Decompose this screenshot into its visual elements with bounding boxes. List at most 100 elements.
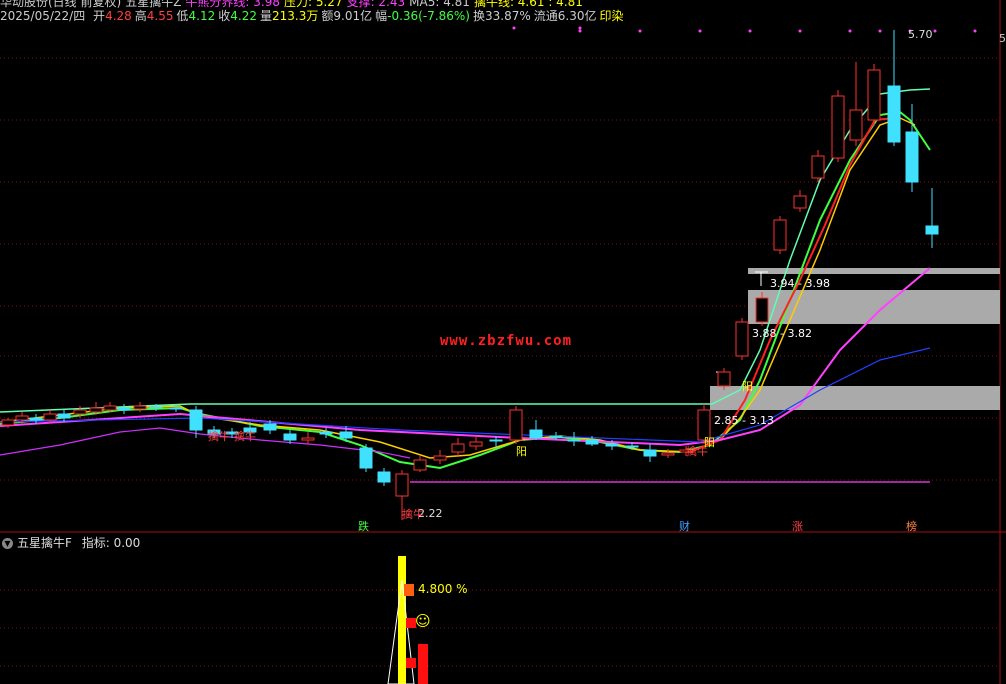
- yang-mark: 阳: [516, 445, 527, 458]
- candle-body: [29, 417, 43, 421]
- candle-body: [661, 452, 675, 456]
- candle-body: [549, 435, 563, 438]
- candle-body: [567, 439, 581, 442]
- candle: [377, 468, 391, 486]
- candle-body: [117, 407, 131, 411]
- ma-line: [0, 88, 931, 413]
- candle-body: [339, 431, 353, 439]
- candle-body: [103, 405, 117, 411]
- candle-body: [585, 439, 599, 445]
- signal-dot: [512, 26, 516, 30]
- candle: [529, 420, 543, 440]
- candle: [413, 456, 427, 472]
- candle: [359, 444, 373, 472]
- signal-dot: [748, 29, 752, 33]
- candle-body: [433, 455, 447, 461]
- candle-body: [413, 459, 427, 471]
- collapse-icon[interactable]: ▼: [2, 538, 13, 549]
- candle-body: [133, 405, 147, 410]
- candle: [831, 90, 845, 162]
- candle: [887, 30, 901, 146]
- high-price-label: 5.70: [908, 28, 933, 41]
- mark-zhang: 涨: [792, 520, 803, 533]
- candle: [735, 318, 749, 360]
- candle: [103, 402, 117, 412]
- candle-body: [887, 85, 901, 143]
- candle-body: [735, 321, 749, 357]
- candle: [643, 444, 657, 462]
- candle: [433, 450, 447, 464]
- signal-dot: [973, 29, 977, 33]
- candle-body: [169, 407, 183, 410]
- candle-body: [319, 431, 333, 435]
- candle-body: [1, 419, 15, 426]
- candle-body: [509, 409, 523, 441]
- mark-bang: 榜: [906, 520, 917, 533]
- candlesticks: [1, 30, 939, 520]
- candle-body: [301, 437, 315, 441]
- signal-dot: [933, 29, 937, 33]
- qinniu-mark: 擒牛: [402, 508, 424, 521]
- candle: [469, 436, 483, 450]
- candle-body: [89, 407, 103, 413]
- candle: [451, 438, 465, 456]
- candle-body: [755, 297, 769, 323]
- mark-cai: 财: [679, 520, 690, 533]
- yang-mark: 阳: [742, 380, 753, 393]
- candle-body: [359, 447, 373, 469]
- candle: [925, 188, 939, 248]
- signal-dot: [848, 29, 852, 33]
- candle-body: [263, 423, 277, 431]
- sub-indicator-value: 指标: 0.00: [81, 536, 141, 550]
- sub-indicator-title: 五星擒牛F: [17, 536, 72, 550]
- candle-body: [625, 445, 639, 448]
- zone-label-3: 2.85 - 3.13: [714, 414, 774, 427]
- sub-mark: [404, 584, 414, 596]
- candle-body: [643, 449, 657, 457]
- qinniu-mark: 擒牛: [234, 430, 256, 443]
- yang-mark: 阳: [704, 436, 715, 449]
- candle: [867, 64, 881, 126]
- candle-body: [377, 471, 391, 483]
- qinniu-mark: 擒牛: [208, 430, 230, 443]
- candle-body: [529, 429, 543, 439]
- candle: [773, 216, 787, 254]
- candle-body: [469, 441, 483, 447]
- candle-body: [489, 439, 503, 442]
- candle-body: [717, 371, 731, 387]
- sub-pct-label: 4.800 %: [418, 582, 468, 596]
- signal-dot: [798, 29, 802, 33]
- candle: [849, 62, 863, 146]
- zone-label-1: 3.94 - 3.98: [770, 277, 830, 290]
- candle-body: [395, 473, 409, 497]
- candle-body: [605, 443, 619, 447]
- candle-body: [43, 413, 57, 421]
- candle-body: [831, 95, 845, 159]
- candle-body: [15, 415, 29, 421]
- right-axis-edge: 5: [999, 32, 1006, 45]
- sub-mark: [406, 658, 416, 668]
- candle-body: [773, 219, 787, 251]
- smiley-icon: ☺: [415, 612, 431, 630]
- candle: [301, 432, 315, 444]
- candle-body: [811, 155, 825, 179]
- candle: [319, 428, 333, 438]
- signal-dot: [638, 29, 642, 33]
- signal-dot: [698, 29, 702, 33]
- candle-body: [905, 131, 919, 183]
- candle-body: [925, 225, 939, 235]
- zone-label-2: 3.88 - 3.82: [752, 327, 812, 340]
- candle: [117, 404, 131, 414]
- mark-die: 跌: [358, 520, 369, 533]
- candle-body: [867, 69, 881, 121]
- candle: [793, 190, 807, 212]
- candle: [133, 402, 147, 412]
- candle-body: [283, 433, 297, 441]
- candle-body: [73, 409, 87, 415]
- candle: [811, 150, 825, 182]
- candle: [509, 406, 523, 444]
- top-dots: [512, 26, 977, 33]
- candle-body: [149, 406, 163, 409]
- sub-indicator-header: ▼ 五星擒牛F 指标: 0.00: [0, 535, 140, 551]
- candle-body: [451, 443, 465, 453]
